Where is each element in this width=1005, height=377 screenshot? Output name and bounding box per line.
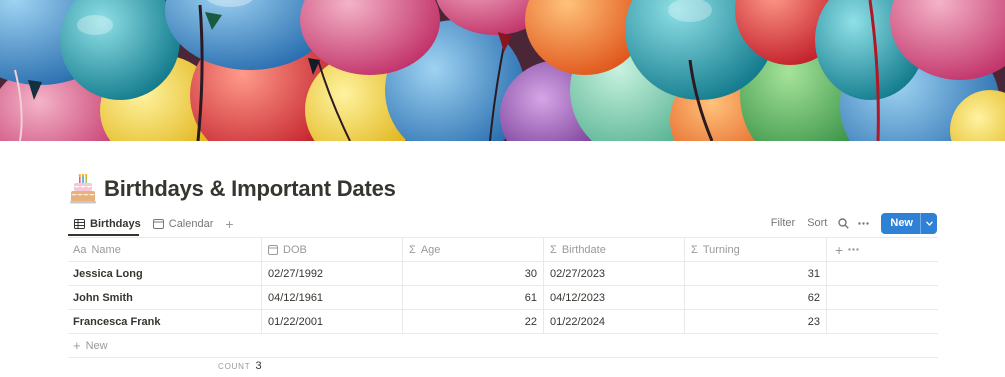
new-button-label: New (890, 217, 913, 229)
table-row[interactable]: Francesca Frank 01/22/2001 22 01/22/2024… (68, 310, 938, 334)
column-label: Age (420, 243, 441, 256)
table-header-row: Aa Name DOB Σ Age Σ Birthdate Σ Turning … (68, 238, 938, 262)
dob-cell[interactable]: 02/27/1992 (262, 262, 403, 285)
add-view-plus-icon[interactable]: + (219, 212, 239, 236)
row-name: John Smith (73, 291, 133, 304)
name-cell[interactable]: Francesca Frank (68, 310, 262, 333)
formula-icon: Σ (691, 243, 698, 256)
new-button[interactable]: New (881, 213, 937, 234)
tab-label: Calendar (168, 218, 214, 230)
database-table: Aa Name DOB Σ Age Σ Birthdate Σ Turning … (68, 237, 938, 358)
title-row: Birthdays & Important Dates (70, 172, 396, 206)
turning-cell[interactable]: 23 (685, 310, 827, 333)
column-header-name[interactable]: Aa Name (68, 238, 262, 261)
count-label: COUNT (218, 362, 251, 371)
column-label: Turning (702, 243, 740, 256)
birthdate-cell[interactable]: 04/12/2023 (544, 286, 685, 309)
plus-icon: + (73, 338, 81, 353)
database-toolbar: Filter Sort New (765, 213, 937, 234)
column-header-turning[interactable]: Σ Turning (685, 238, 827, 261)
table-row[interactable]: John Smith 04/12/1961 61 04/12/2023 62 (68, 286, 938, 310)
formula-icon: Σ (550, 243, 557, 256)
table-row[interactable]: Jessica Long 02/27/1992 30 02/27/2023 31 (68, 262, 938, 286)
tab-label: Birthdays (90, 218, 141, 230)
birthday-cake-icon[interactable] (70, 174, 96, 204)
table-icon (74, 219, 85, 229)
formula-icon: Σ (409, 243, 416, 256)
name-cell[interactable]: Jessica Long (68, 262, 262, 285)
birthdate-cell[interactable]: 01/22/2024 (544, 310, 685, 333)
count-value: 3 (255, 360, 262, 372)
cover-image (0, 0, 1005, 141)
empty-cell (827, 310, 938, 333)
more-horizontal-icon[interactable] (853, 213, 873, 234)
column-label: Name (91, 243, 121, 256)
column-header-age[interactable]: Σ Age (403, 238, 544, 261)
view-tabs: Birthdays Calendar + (68, 212, 240, 236)
column-header-birthdate[interactable]: Σ Birthdate (544, 238, 685, 261)
search-icon[interactable] (833, 213, 853, 234)
age-cell[interactable]: 22 (403, 310, 544, 333)
turning-cell[interactable]: 31 (685, 262, 827, 285)
age-cell[interactable]: 30 (403, 262, 544, 285)
tab-calendar[interactable]: Calendar (147, 212, 220, 236)
birthdate-cell[interactable]: 02/27/2023 (544, 262, 685, 285)
empty-cell (827, 262, 938, 285)
empty-cell (827, 286, 938, 309)
more-horizontal-icon[interactable] (848, 248, 859, 251)
count-summary[interactable]: COUNT 3 (218, 360, 262, 372)
balloons-illustration (0, 0, 1005, 141)
calendar-icon (152, 219, 164, 229)
add-row-label: New (85, 339, 108, 352)
age-cell[interactable]: 61 (403, 286, 544, 309)
column-header-actions: + (827, 238, 938, 261)
dob-cell[interactable]: 01/22/2001 (262, 310, 403, 333)
chevron-down-icon[interactable] (920, 213, 937, 234)
sort-button[interactable]: Sort (801, 213, 833, 234)
add-property-plus-icon[interactable]: + (835, 242, 843, 258)
dob-cell[interactable]: 04/12/1961 (262, 286, 403, 309)
turning-cell[interactable]: 62 (685, 286, 827, 309)
add-row-button[interactable]: + New (68, 334, 938, 358)
text-type-icon: Aa (73, 243, 87, 256)
filter-button[interactable]: Filter (765, 213, 801, 234)
name-cell[interactable]: John Smith (68, 286, 262, 309)
column-header-dob[interactable]: DOB (262, 238, 403, 261)
active-tab-underline (68, 234, 139, 236)
row-name: Jessica Long (73, 267, 143, 280)
page-title: Birthdays & Important Dates (104, 176, 396, 201)
column-label: Birthdate (561, 243, 606, 256)
row-name: Francesca Frank (73, 315, 161, 328)
column-label: DOB (283, 243, 307, 256)
tab-birthdays[interactable]: Birthdays (68, 212, 147, 236)
calendar-icon (268, 244, 278, 255)
